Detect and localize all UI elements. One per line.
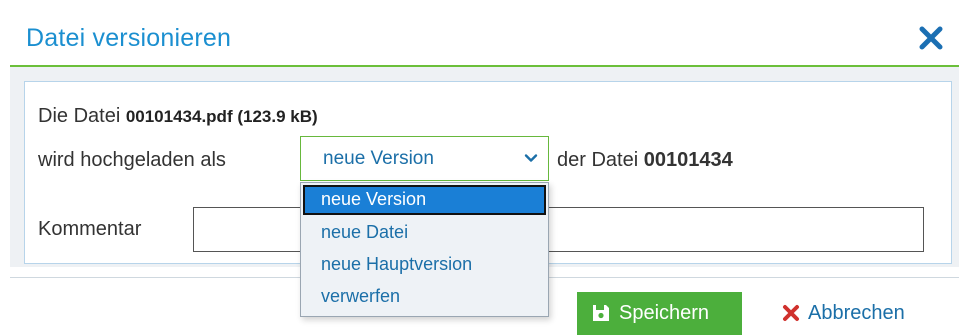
target-file-name: 00101434 bbox=[643, 149, 733, 171]
file-info-line: Die Datei 00101434.pdf (123.9 kB) bbox=[38, 105, 318, 128]
floppy-disk-icon bbox=[593, 305, 609, 321]
comment-label: Kommentar bbox=[38, 218, 142, 240]
option-label: neue Hauptversion bbox=[321, 254, 473, 274]
version-type-select[interactable]: neue Version bbox=[300, 136, 549, 181]
option-neue-hauptversion[interactable]: neue Hauptversion bbox=[303, 250, 546, 280]
cancel-button[interactable]: Abbrechen bbox=[778, 292, 948, 335]
dialog-titlebar: Datei versionieren bbox=[10, 10, 959, 65]
version-file-dialog: Datei versionieren Die Datei 00101434.pd… bbox=[0, 0, 959, 335]
target-file-prefix: der Datei bbox=[557, 149, 644, 171]
option-neue-datei[interactable]: neue Datei bbox=[303, 218, 546, 248]
x-icon bbox=[783, 305, 799, 321]
option-verwerfen[interactable]: verwerfen bbox=[303, 282, 546, 312]
target-file-line: der Datei 00101434 bbox=[557, 149, 733, 172]
option-neue-version[interactable]: neue Version bbox=[303, 185, 546, 215]
dialog-title: Datei versionieren bbox=[26, 24, 232, 52]
close-icon bbox=[919, 26, 943, 50]
upload-as-label: wird hochgeladen als bbox=[38, 149, 226, 171]
version-type-selected-value: neue Version bbox=[323, 148, 434, 169]
file-info: 00101434.pdf (123.9 kB) bbox=[125, 107, 318, 126]
chevron-down-icon bbox=[524, 154, 538, 162]
cancel-label: Abbrechen bbox=[808, 302, 905, 324]
close-button[interactable] bbox=[917, 24, 945, 52]
option-label: neue Version bbox=[321, 189, 427, 209]
save-button[interactable]: Speichern bbox=[577, 292, 742, 335]
version-type-dropdown: neue Version neue Datei neue Hauptversio… bbox=[300, 182, 549, 317]
option-label: verwerfen bbox=[321, 286, 401, 306]
option-label: neue Datei bbox=[321, 222, 409, 242]
save-label: Speichern bbox=[619, 302, 710, 324]
file-info-prefix: Die Datei bbox=[38, 105, 126, 127]
